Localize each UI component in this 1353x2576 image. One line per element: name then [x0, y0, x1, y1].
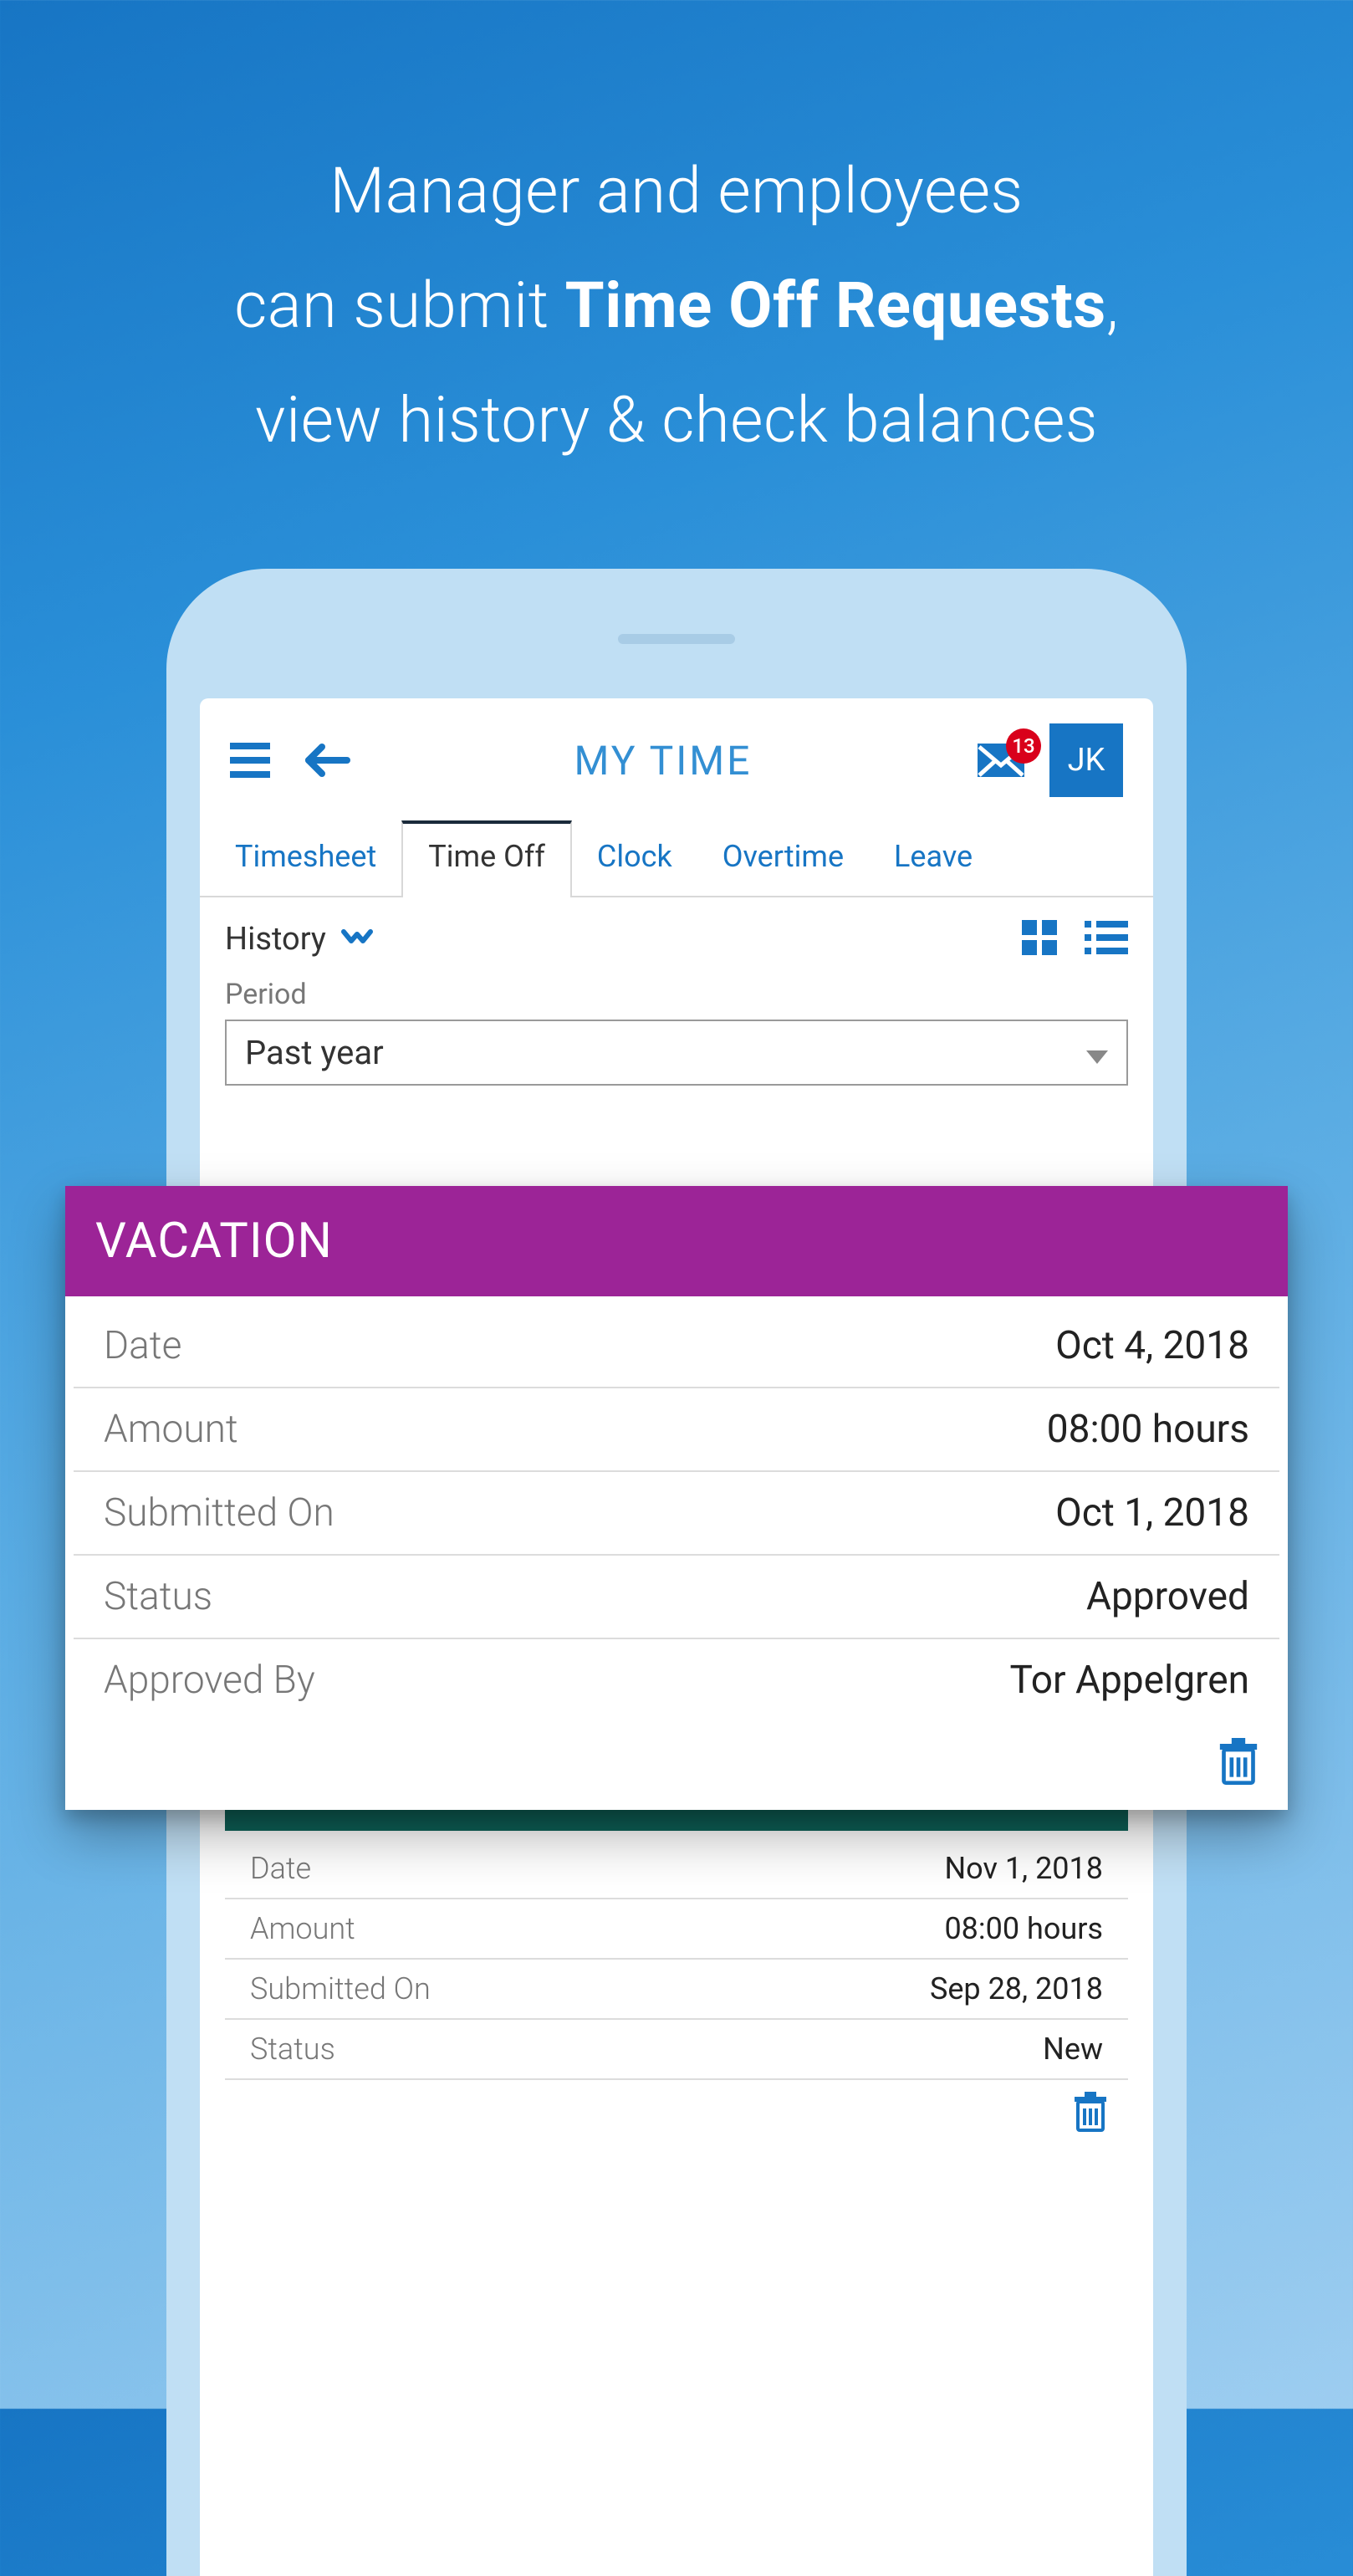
- period-value: Past year: [245, 1033, 384, 1072]
- period-block: Period Past year: [200, 969, 1153, 1086]
- trash-icon[interactable]: [1073, 2092, 1108, 2135]
- hero-line3: view history & check balances: [255, 382, 1098, 457]
- app-header: MY TIME 13 JK: [200, 698, 1153, 805]
- hero-line2b: ,: [1106, 268, 1119, 343]
- vacation-card-title: VACATION: [65, 1186, 1288, 1296]
- leave-card-body: DateNov 1, 2018 Amount08:00 hours Submit…: [225, 1831, 1128, 2144]
- tab-timesheet[interactable]: Timesheet: [210, 820, 401, 896]
- dropdown-triangle-icon: [1086, 1033, 1108, 1072]
- hero-line2a: can submit: [234, 268, 565, 343]
- vacation-card-body: DateOct 4, 2018 Amount08:00 hours Submit…: [65, 1296, 1288, 1810]
- tab-overtime[interactable]: Overtime: [697, 820, 869, 896]
- table-row: Submitted OnSep 28, 2018: [225, 1960, 1128, 2020]
- back-icon[interactable]: [304, 744, 350, 777]
- notification-badge: 13: [1006, 728, 1041, 764]
- filter-row: History: [200, 897, 1153, 969]
- trash-icon[interactable]: [1218, 1738, 1259, 1788]
- tab-time-off[interactable]: Time Off: [401, 820, 572, 897]
- vacation-card: VACATION DateOct 4, 2018 Amount08:00 hou…: [65, 1186, 1288, 1810]
- table-row: Submitted OnOct 1, 2018: [74, 1472, 1279, 1556]
- table-row: StatusApproved: [74, 1556, 1279, 1639]
- history-dropdown[interactable]: History: [225, 921, 373, 958]
- avatar[interactable]: JK: [1049, 723, 1123, 797]
- list-view-icon[interactable]: [1085, 919, 1128, 959]
- tabs: Timesheet Time Off Clock Overtime Leave: [200, 820, 1153, 897]
- table-row: Amount08:00 hours: [74, 1388, 1279, 1472]
- period-label: Period: [225, 978, 1128, 1011]
- table-row: DateOct 4, 2018: [74, 1305, 1279, 1388]
- history-label: History: [225, 921, 326, 958]
- table-row: Amount08:00 hours: [225, 1899, 1128, 1960]
- table-row: Approved ByTor Appelgren: [74, 1639, 1279, 1721]
- table-row: StatusNew: [225, 2020, 1128, 2080]
- chevron-down-icon: [341, 921, 373, 958]
- phone-speaker: [618, 634, 735, 644]
- table-row: DateNov 1, 2018: [225, 1839, 1128, 1899]
- grid-view-icon[interactable]: [1019, 917, 1059, 961]
- tab-clock[interactable]: Clock: [572, 820, 697, 896]
- hamburger-icon[interactable]: [230, 743, 270, 778]
- promo-headline: Manager and employees can submit Time Of…: [0, 0, 1353, 477]
- leave-card: LEAVE OF ABSENSE TIME OFF DateNov 1, 201…: [225, 1755, 1128, 2144]
- hero-line1: Manager and employees: [329, 153, 1023, 228]
- period-select[interactable]: Past year: [225, 1020, 1128, 1086]
- page-title: MY TIME: [350, 737, 976, 785]
- hero-line2-bold: Time Off Requests: [565, 268, 1106, 343]
- tab-leave[interactable]: Leave: [869, 820, 998, 896]
- notifications-button[interactable]: 13: [976, 742, 1026, 779]
